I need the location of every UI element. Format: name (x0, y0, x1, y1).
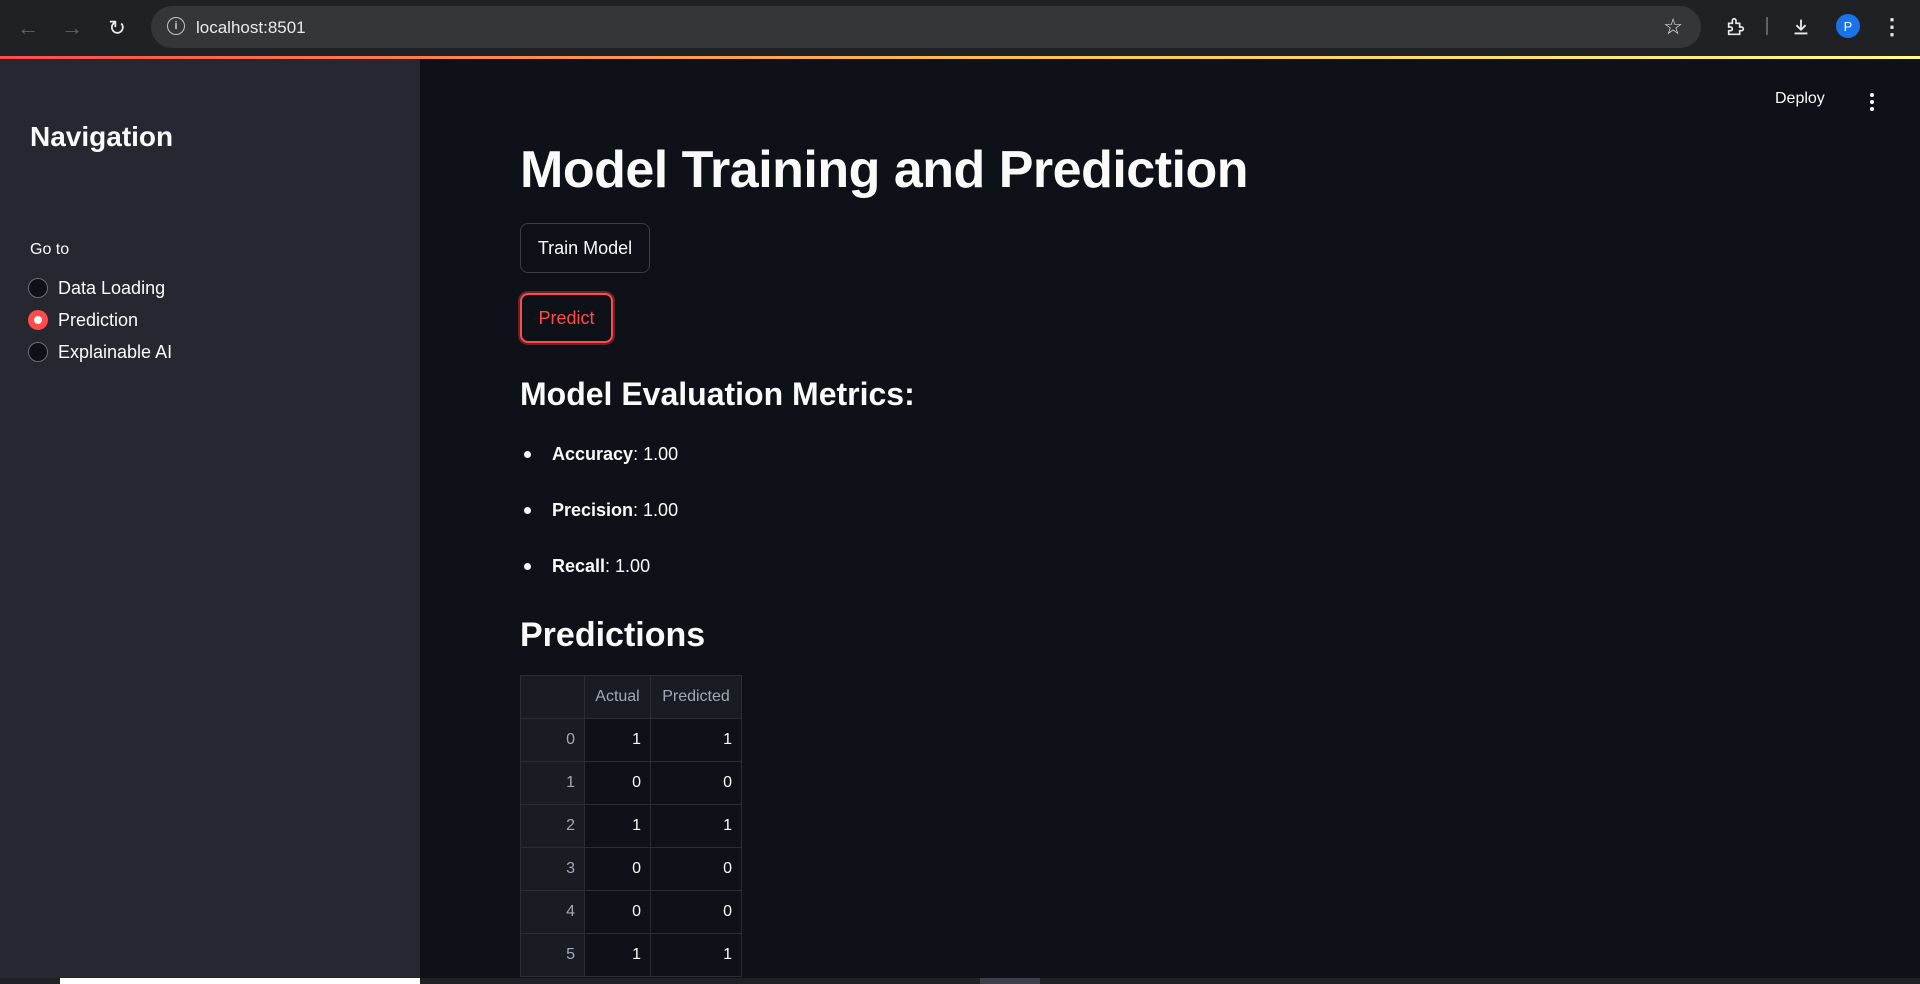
predictions-heading: Predictions (520, 616, 706, 654)
table-row[interactable]: 3 0 0 (520, 847, 742, 891)
radio-button[interactable] (28, 342, 48, 362)
profile-avatar[interactable]: P (1836, 14, 1860, 38)
table-row[interactable]: 4 0 0 (520, 890, 742, 934)
radio-group-label: Go to (30, 241, 70, 258)
table-header-row: Actual Predicted (520, 675, 742, 719)
metric-value: : 1.00 (633, 500, 679, 520)
cell-actual[interactable]: 0 (584, 890, 651, 934)
cell-predicted[interactable]: 1 (650, 718, 742, 762)
row-index: 1 (520, 761, 585, 805)
radio-label: Prediction (58, 309, 139, 330)
browser-toolbar: ← → ↻ i localhost:8501 ☆ P ⋮ (0, 0, 1920, 56)
sidebar-bottom-strip (60, 978, 420, 984)
back-arrow-icon[interactable]: ← (14, 14, 42, 42)
address-bar[interactable]: i localhost:8501 ☆ (151, 6, 1701, 48)
radio-button[interactable] (28, 278, 48, 298)
radio-option-data-loading[interactable]: Data Loading (28, 275, 165, 301)
column-header-predicted[interactable]: Predicted (650, 675, 742, 719)
toolbar-divider (1766, 17, 1768, 35)
row-index: 3 (520, 847, 585, 891)
cell-actual[interactable]: 0 (584, 761, 651, 805)
radio-button-selected[interactable] (28, 310, 48, 330)
table-row[interactable]: 5 1 1 (520, 933, 742, 977)
metric-value: : 1.00 (605, 556, 651, 576)
cell-predicted[interactable]: 1 (650, 804, 742, 848)
sidebar (0, 59, 420, 978)
row-index: 2 (520, 804, 585, 848)
cell-actual[interactable]: 0 (584, 847, 651, 891)
radio-label: Explainable AI (58, 341, 173, 362)
download-icon[interactable] (1787, 13, 1815, 41)
chrome-menu-icon[interactable]: ⋮ (1881, 13, 1903, 41)
bullet-icon (524, 563, 531, 570)
deploy-button[interactable]: Deploy (1775, 90, 1825, 108)
metric-accuracy: Accuracy: 1.00 (520, 444, 678, 465)
metric-name: Precision (552, 500, 634, 520)
table-row[interactable]: 1 0 0 (520, 761, 742, 805)
horizontal-scrollbar-thumb[interactable] (980, 978, 1040, 984)
radio-label: Data Loading (58, 277, 166, 298)
cell-predicted[interactable]: 1 (650, 933, 742, 977)
row-index: 4 (520, 890, 585, 934)
bookmark-star-icon[interactable]: ☆ (1663, 14, 1683, 40)
metrics-heading: Model Evaluation Metrics: (520, 376, 915, 412)
metric-recall: Recall: 1.00 (520, 556, 650, 577)
cell-actual[interactable]: 1 (584, 718, 651, 762)
cell-actual[interactable]: 1 (584, 933, 651, 977)
row-index: 0 (520, 718, 585, 762)
metric-name: Accuracy (552, 444, 634, 464)
forward-arrow-icon[interactable]: → (58, 14, 86, 42)
radio-option-prediction[interactable]: Prediction (28, 307, 138, 333)
extensions-icon[interactable] (1722, 13, 1750, 41)
reload-icon[interactable]: ↻ (103, 14, 131, 42)
metric-value: : 1.00 (633, 444, 679, 464)
bullet-icon (524, 451, 531, 458)
bullet-icon (524, 507, 531, 514)
predictions-table[interactable]: Actual Predicted 0 1 1 1 0 0 2 1 1 3 0 0… (520, 675, 742, 977)
table-row[interactable]: 2 1 1 (520, 804, 742, 848)
row-index: 5 (520, 933, 585, 977)
page-title: Model Training and Prediction (520, 141, 1249, 199)
sidebar-title: Navigation (30, 121, 174, 152)
cell-predicted[interactable]: 0 (650, 847, 742, 891)
info-icon[interactable]: i (167, 17, 185, 35)
table-row[interactable]: 0 1 1 (520, 718, 742, 762)
column-header-actual[interactable]: Actual (584, 675, 651, 719)
predict-button[interactable]: Predict (520, 293, 613, 343)
radio-option-explainable-ai[interactable]: Explainable AI (28, 339, 172, 365)
cell-predicted[interactable]: 0 (650, 761, 742, 805)
cell-predicted[interactable]: 0 (650, 890, 742, 934)
url-text[interactable]: localhost:8501 (196, 18, 306, 38)
cell-actual[interactable]: 1 (584, 804, 651, 848)
metric-precision: Precision: 1.00 (520, 500, 678, 521)
main-menu-icon[interactable] (1862, 88, 1882, 116)
index-header (520, 675, 585, 719)
train-model-button[interactable]: Train Model (520, 223, 650, 273)
metric-name: Recall (552, 556, 606, 576)
